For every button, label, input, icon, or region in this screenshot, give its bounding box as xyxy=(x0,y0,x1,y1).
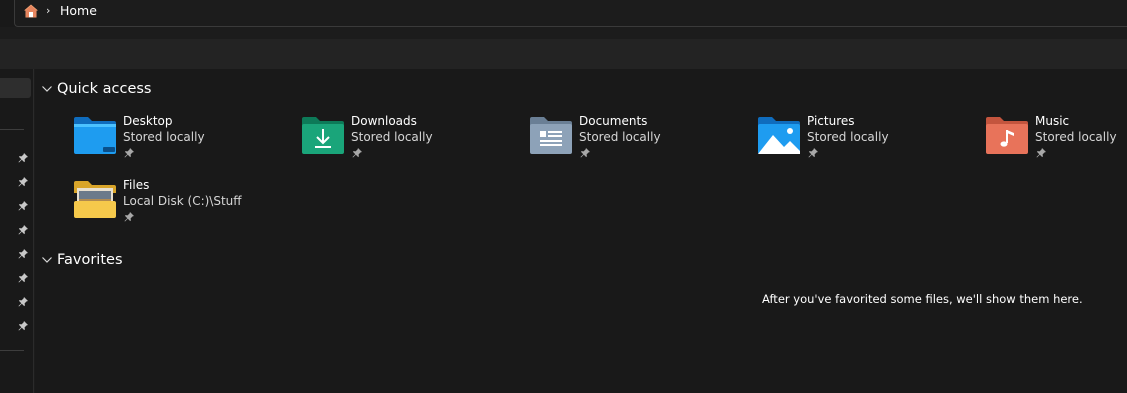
pin-icon xyxy=(18,321,28,331)
address-bar-strip: › Home xyxy=(0,0,1127,27)
desktop-folder-icon xyxy=(74,117,116,154)
breadcrumb-separator-icon[interactable]: › xyxy=(46,5,50,17)
pin-icon xyxy=(18,153,28,163)
nav-divider xyxy=(0,350,24,351)
item-name: Downloads xyxy=(351,114,417,128)
breadcrumb-home[interactable]: Home xyxy=(60,3,97,19)
quick-access-item-music[interactable]: Music Stored locally xyxy=(985,113,1127,161)
documents-folder-icon xyxy=(530,117,572,154)
home-icon[interactable] xyxy=(23,3,39,19)
item-location: Stored locally xyxy=(123,130,205,144)
favorites-header[interactable]: Favorites xyxy=(41,250,123,270)
section-title: Favorites xyxy=(57,252,123,268)
navigation-pane xyxy=(0,69,34,393)
content-pane: Quick access Desktop Stored locally Down… xyxy=(35,69,1127,393)
nav-item-home-selected[interactable] xyxy=(0,78,31,98)
quick-access-item-documents[interactable]: Documents Stored locally xyxy=(529,113,749,161)
quick-access-item-files[interactable]: Files Local Disk (C:)\Stuff xyxy=(73,177,293,225)
quick-access-item-desktop[interactable]: Desktop Stored locally xyxy=(73,113,293,161)
nav-divider xyxy=(0,129,24,130)
pin-icon xyxy=(18,177,28,187)
chevron-down-icon[interactable] xyxy=(41,83,53,95)
item-name: Desktop xyxy=(123,114,173,128)
pin-icon xyxy=(1036,148,1046,158)
pin-icon xyxy=(580,148,590,158)
downloads-folder-icon xyxy=(302,117,344,154)
pin-icon xyxy=(18,225,28,235)
pin-icon xyxy=(18,201,28,211)
quick-access-item-downloads[interactable]: Downloads Stored locally xyxy=(301,113,521,161)
pictures-folder-icon xyxy=(758,117,800,154)
item-name: Pictures xyxy=(807,114,855,128)
music-folder-icon xyxy=(986,117,1028,154)
item-location: Stored locally xyxy=(579,130,661,144)
files-folder-icon xyxy=(74,181,116,218)
pin-icon xyxy=(18,273,28,283)
item-location: Local Disk (C:)\Stuff xyxy=(123,194,242,208)
section-title: Quick access xyxy=(57,81,152,97)
pin-icon xyxy=(124,212,134,222)
item-name: Files xyxy=(123,178,150,192)
pin-icon xyxy=(808,148,818,158)
pin-icon xyxy=(124,148,134,158)
item-location: Stored locally xyxy=(1035,130,1117,144)
quick-access-item-pictures[interactable]: Pictures Stored locally xyxy=(757,113,977,161)
item-location: Stored locally xyxy=(351,130,433,144)
quick-access-header[interactable]: Quick access xyxy=(41,79,151,99)
item-location: Stored locally xyxy=(807,130,889,144)
command-bar xyxy=(0,39,1127,69)
pin-icon xyxy=(18,249,28,259)
pin-icon xyxy=(18,297,28,307)
pin-icon xyxy=(352,148,362,158)
address-bar[interactable]: › Home xyxy=(14,0,1127,27)
chevron-down-icon[interactable] xyxy=(41,254,53,266)
favorites-empty-message: After you've favorited some files, we'll… xyxy=(762,292,1083,306)
item-name: Documents xyxy=(579,114,648,128)
item-name: Music xyxy=(1035,114,1070,128)
